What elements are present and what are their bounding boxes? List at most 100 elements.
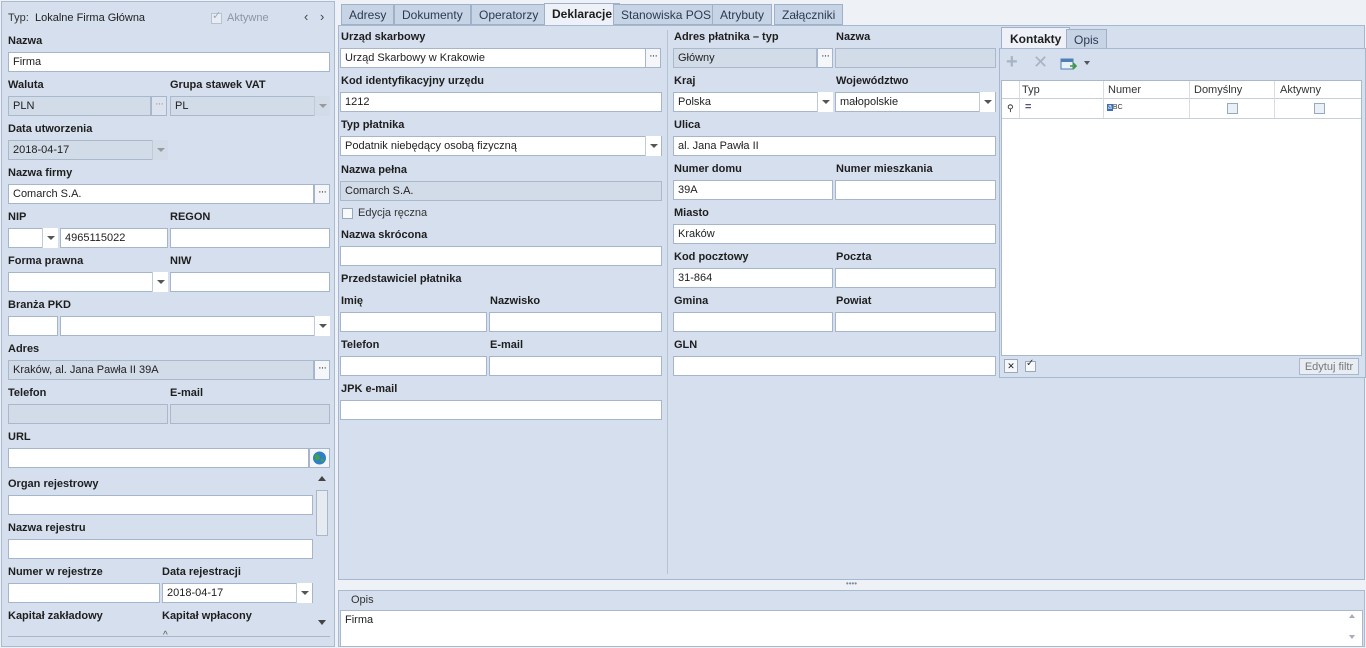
powiat-label: Powiat bbox=[836, 295, 872, 307]
nazwa-input[interactable]: Firma bbox=[8, 52, 330, 72]
nazwa-firmy-input[interactable]: Comarch S.A. bbox=[8, 184, 314, 204]
col-numer[interactable]: Numer bbox=[1108, 84, 1141, 96]
forma-select[interactable] bbox=[8, 272, 168, 292]
data-rej-input[interactable]: 2018-04-17 bbox=[162, 583, 313, 603]
numer-rej-input[interactable] bbox=[8, 583, 160, 603]
poczta-input[interactable] bbox=[835, 268, 996, 288]
data-rej-dropdown-icon[interactable] bbox=[296, 583, 312, 603]
url-input[interactable] bbox=[8, 448, 309, 468]
typ-platnika-select[interactable]: Podatnik niebędący osobą fizyczną bbox=[340, 136, 662, 156]
urzad-input[interactable]: Urząd Skarbowy w Krakowie bbox=[340, 48, 646, 68]
kraj-dropdown-icon[interactable] bbox=[817, 92, 833, 112]
add-icon[interactable]: + bbox=[1006, 52, 1018, 72]
nr-mieszk-label: Numer mieszkania bbox=[836, 163, 933, 175]
left-splitter[interactable] bbox=[8, 636, 330, 637]
organ-input[interactable] bbox=[8, 495, 313, 515]
scroll-thumb[interactable] bbox=[316, 490, 328, 536]
imie-input[interactable] bbox=[340, 312, 487, 332]
woj-dropdown-icon[interactable] bbox=[979, 92, 995, 112]
regon-label: REGON bbox=[170, 211, 211, 223]
check-mark-icon: ✓ bbox=[212, 10, 222, 22]
gln-input[interactable] bbox=[673, 356, 996, 376]
left-scrollbar[interactable] bbox=[315, 474, 329, 630]
woj-select[interactable]: małopolskie bbox=[835, 92, 996, 112]
nr-domu-input[interactable]: 39A bbox=[673, 180, 833, 200]
tab-atrybuty[interactable]: Atrybuty bbox=[712, 4, 773, 25]
export-dropdown-icon[interactable] bbox=[1084, 61, 1090, 65]
nazwa-firmy-browse-button[interactable]: ··· bbox=[314, 184, 330, 204]
opis-label: Opis bbox=[351, 594, 374, 606]
prev-arrow-icon[interactable]: ‹ bbox=[304, 9, 308, 24]
nazwa-pelna-input: Comarch S.A. bbox=[340, 181, 662, 201]
adres-browse-button[interactable]: ··· bbox=[314, 360, 330, 380]
filter-row[interactable]: ⚲ = aBC bbox=[1002, 99, 1361, 119]
tab-adresy[interactable]: Adresy bbox=[341, 4, 395, 25]
jpk-label: JPK e-mail bbox=[341, 383, 398, 395]
branza-select[interactable] bbox=[60, 316, 330, 336]
filter-check-icon: ✓ bbox=[1026, 358, 1035, 369]
typ-platnika-label: Typ płatnika bbox=[341, 119, 405, 131]
opis-scroll-up-icon[interactable] bbox=[1349, 614, 1355, 618]
aktywny-filter-checkbox[interactable] bbox=[1314, 103, 1325, 114]
opis-scroll-down-icon[interactable] bbox=[1349, 635, 1355, 639]
powiat-input[interactable] bbox=[835, 312, 996, 332]
scroll-down-icon[interactable] bbox=[318, 620, 326, 625]
delete-icon[interactable]: ✕ bbox=[1033, 52, 1048, 72]
niw-input[interactable] bbox=[170, 272, 330, 292]
horizontal-splitter[interactable]: •••• bbox=[338, 580, 1365, 589]
forma-dropdown-icon[interactable] bbox=[152, 272, 168, 292]
branza-code-input[interactable] bbox=[8, 316, 58, 336]
regon-input[interactable] bbox=[170, 228, 330, 248]
telefon-input bbox=[8, 404, 168, 424]
col-domyslny[interactable]: Domyślny bbox=[1194, 84, 1242, 96]
nazwa-rej-input[interactable] bbox=[8, 539, 313, 559]
forma-label: Forma prawna bbox=[8, 255, 84, 267]
tab-zalaczniki[interactable]: Załączniki bbox=[774, 4, 844, 25]
kod-pocztowy-input[interactable]: 31-864 bbox=[673, 268, 833, 288]
nazwisko-input[interactable] bbox=[489, 312, 662, 332]
miasto-input[interactable]: Kraków bbox=[673, 224, 996, 244]
kod-urzedu-input[interactable]: 1212 bbox=[340, 92, 662, 112]
edycja-checkbox[interactable] bbox=[342, 208, 353, 219]
ulica-input[interactable]: al. Jana Pawła II bbox=[673, 136, 996, 156]
gmina-label: Gmina bbox=[674, 295, 709, 307]
edit-filter-button[interactable]: Edytuj filtr bbox=[1299, 358, 1359, 375]
adres-input: Kraków, al. Jana Pawła II 39A bbox=[8, 360, 314, 380]
col-typ[interactable]: Typ bbox=[1022, 84, 1040, 96]
nazwa-firmy-label: Nazwa firmy bbox=[8, 167, 73, 179]
tab-deklaracje[interactable]: Deklaracje bbox=[544, 3, 621, 26]
imie-label: Imię bbox=[341, 295, 364, 307]
tab-stanowiska-pos[interactable]: Stanowiska POS bbox=[613, 4, 720, 25]
branza-dropdown-icon[interactable] bbox=[314, 316, 330, 336]
col-aktywny[interactable]: Aktywny bbox=[1280, 84, 1321, 96]
tab-operatorzy[interactable]: Operatorzy bbox=[471, 4, 547, 25]
urzad-browse-button[interactable]: ··· bbox=[645, 48, 661, 68]
adres-label: Adres bbox=[8, 343, 40, 355]
splitter-chevron-icon[interactable]: ^ bbox=[163, 630, 168, 641]
contacts-tab-opis[interactable]: Opis bbox=[1066, 29, 1107, 49]
tab-dokumenty[interactable]: Dokumenty bbox=[394, 4, 471, 25]
nr-mieszk-input[interactable] bbox=[835, 180, 996, 200]
decl-telefon-input[interactable] bbox=[340, 356, 487, 376]
email-label: E-mail bbox=[170, 387, 204, 399]
kraj-select[interactable]: Polska bbox=[673, 92, 833, 112]
jpk-input[interactable] bbox=[340, 400, 662, 420]
gmina-input[interactable] bbox=[673, 312, 833, 332]
nip-prefix-dropdown-icon[interactable] bbox=[42, 228, 58, 248]
opis-textarea[interactable]: Firma bbox=[340, 610, 1363, 647]
next-arrow-icon[interactable]: › bbox=[320, 9, 324, 24]
contacts-tab-kontakty[interactable]: Kontakty bbox=[1001, 27, 1071, 49]
clear-filter-button[interactable]: ✕ bbox=[1004, 359, 1018, 373]
nip-label: NIP bbox=[8, 211, 27, 223]
typ-platnika-dropdown-icon[interactable] bbox=[645, 136, 661, 156]
addr-typ-browse-button[interactable]: ··· bbox=[817, 48, 833, 68]
scroll-up-icon[interactable] bbox=[318, 476, 326, 481]
nip-input[interactable]: 4965115022 bbox=[60, 228, 168, 248]
domyslny-filter-checkbox[interactable] bbox=[1227, 103, 1238, 114]
export-icon[interactable] bbox=[1060, 57, 1078, 71]
decl-email-input[interactable] bbox=[489, 356, 662, 376]
ulica-label: Ulica bbox=[674, 119, 701, 131]
nazwa-skr-input[interactable] bbox=[340, 246, 662, 266]
globe-icon[interactable] bbox=[309, 448, 330, 468]
waluta-label: Waluta bbox=[8, 79, 44, 91]
